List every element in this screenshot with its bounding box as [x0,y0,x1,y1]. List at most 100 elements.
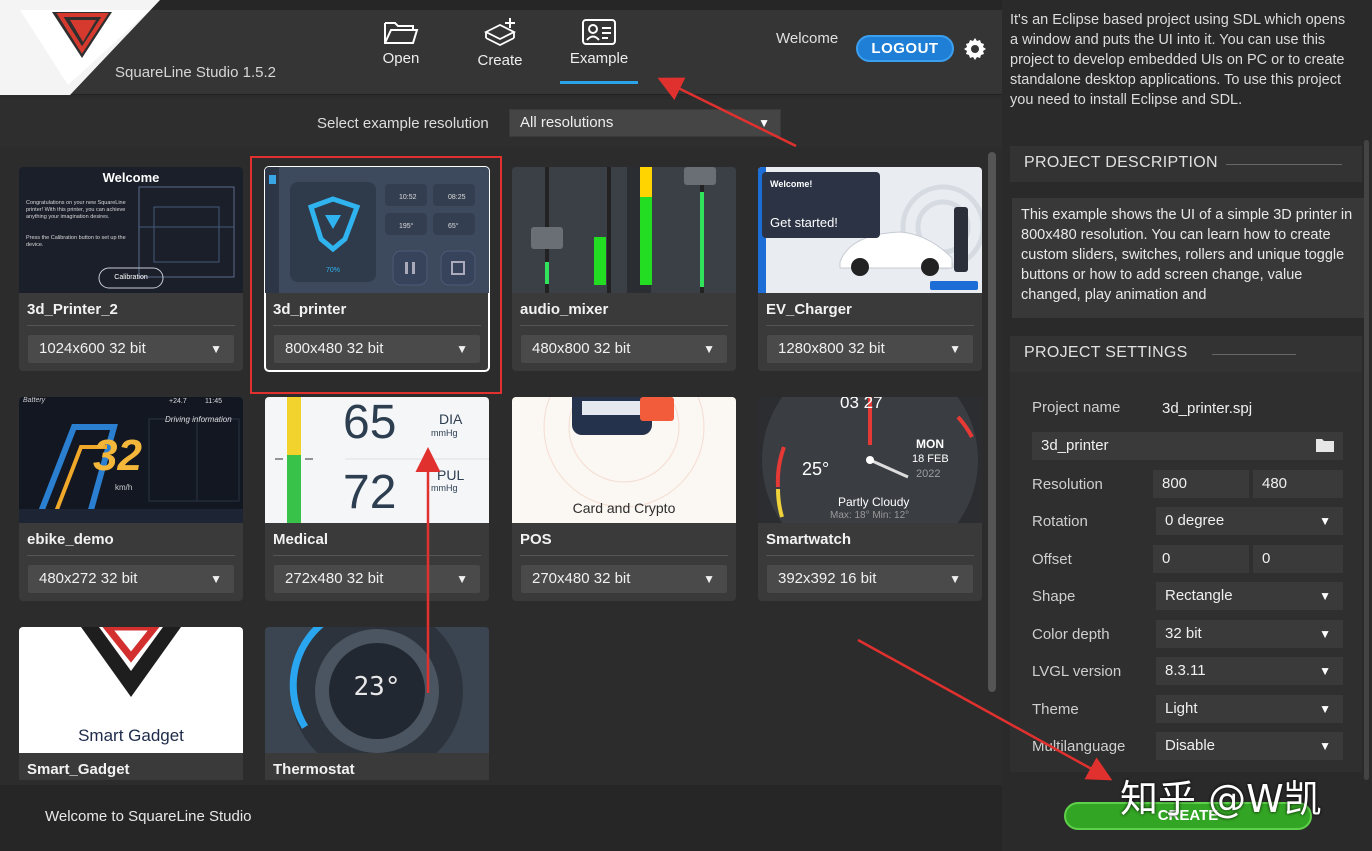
medical-u2: mmHg [431,483,458,493]
medical-u1: mmHg [431,428,458,438]
grid-scrollbar[interactable] [988,152,996,692]
thumbnail-ev-charger: Welcome! Get started! [758,167,982,293]
example-resolution: 1024x600 32 bit [39,340,146,357]
color-depth-select[interactable]: 32 bit ▼ [1156,620,1343,648]
example-card-ev-charger[interactable]: Welcome! Get started! EV_Charger 1280x80… [758,167,982,371]
example-card-audio-mixer[interactable]: audio_mixer 480x800 32 bit ▼ [512,167,736,371]
section-title: PROJECT DESCRIPTION [1024,154,1218,171]
divider [27,555,235,556]
header-rule [1212,354,1296,355]
watch-year: 2022 [916,468,941,480]
multilanguage-select[interactable]: Disable ▼ [1156,732,1343,760]
project-name-input[interactable]: 3d_printer.spj [1153,395,1343,423]
example-resolution: 272x480 32 bit [285,570,384,587]
watch-date: 18 FEB [912,453,949,465]
color-depth-label: Color depth [1032,626,1110,643]
ebike-info: Driving information [165,415,232,424]
project-folder-field[interactable]: 3d_printer [1032,432,1343,460]
example-resolution-select[interactable]: 270x480 32 bit ▼ [521,565,727,593]
theme-select[interactable]: Light ▼ [1156,695,1343,723]
printer2-hint: Press the Calibration button to set up t… [26,235,126,248]
watch-weather: Partly Cloudy [838,495,910,509]
example-card-ebike-demo[interactable]: Battery 32 km/h Driving information +24.… [19,397,243,601]
lvgl-version-select[interactable]: 8.3.11 ▼ [1156,657,1343,685]
folder-icon [384,22,419,44]
resolution-label: Select example resolution [317,115,489,132]
divider [766,325,974,326]
example-resolution-select[interactable]: 1024x600 32 bit ▼ [28,335,234,363]
header-rule [1226,164,1342,165]
chevron-down-icon: ▼ [703,572,715,586]
example-name: EV_Charger [766,301,852,318]
gadget-text: Smart Gadget [78,726,184,745]
example-card-smart-gadget[interactable]: Smart Gadget Smart_Gadget [19,627,243,780]
lvgl-version-label: LVGL version [1032,663,1122,680]
shape-value: Rectangle [1165,587,1233,604]
printer2-text: Congratulations on your new SquareLine p… [26,200,126,220]
shape-label: Shape [1032,588,1076,605]
chevron-down-icon: ▼ [949,342,961,356]
example-card-3d-printer-2[interactable]: Welcome Congratulations on your new Squa… [19,167,243,371]
ebike-unit: km/h [115,483,133,492]
chevron-down-icon: ▼ [210,342,222,356]
divider [27,325,235,326]
example-name: 3d_Printer_2 [27,301,118,318]
example-intro-text: It's an Eclipse based project using SDL … [1010,12,1346,108]
printer2-title: Welcome [102,170,160,185]
divider [520,555,728,556]
example-name: Medical [273,531,329,548]
folder-icon[interactable] [1315,437,1335,453]
ebike-speed: 32 [93,431,142,480]
resolution-height-input[interactable]: 480 [1253,470,1343,498]
example-resolution-select[interactable]: 392x392 16 bit ▼ [767,565,973,593]
ev-title: Welcome! [770,179,813,189]
shape-select[interactable]: Rectangle ▼ [1156,582,1343,610]
watch-temp: 25° [802,459,830,479]
top-bar: SquareLine Studio 1.5.2 Open Create Exam… [0,0,1002,95]
project-folder-value: 3d_printer [1041,437,1109,454]
medical-v2: 72 [343,466,397,519]
example-card-pos[interactable]: Card and Crypto POS 270x480 32 bit ▼ [512,397,736,601]
example-card-medical[interactable]: 65 DIA mmHg 72 PUL mmHg Medical 272x480 … [265,397,489,601]
medical-v1: 65 [343,397,397,449]
divider [766,555,974,556]
thumbnail-pos: Card and Crypto [512,397,736,523]
nav-example[interactable]: Example [560,18,638,84]
app-name: SquareLine Studio 1.5.2 [115,64,276,81]
project-settings-header: PROJECT SETTINGS [1010,336,1362,372]
example-resolution-select[interactable]: 1280x800 32 bit ▼ [767,335,973,363]
watermark: 知乎 @W凯 [1120,777,1322,821]
resolution-bar [0,99,1002,147]
example-resolution-select[interactable]: 480x272 32 bit ▼ [28,565,234,593]
nav-create[interactable]: Create [460,18,540,84]
offset-y-input[interactable]: 0 [1253,545,1343,573]
example-name: audio_mixer [520,301,609,318]
nav-open[interactable]: Open [361,18,441,84]
rotation-select[interactable]: 0 degree ▼ [1156,507,1343,535]
chevron-down-icon: ▼ [1319,739,1331,753]
thumbnail-3d-printer-2: Welcome Congratulations on your new Squa… [19,167,243,293]
resolution-select[interactable]: All resolutions ▼ [509,109,781,137]
logout-button[interactable]: LOGOUT [856,35,954,62]
multilanguage-label: Multilanguage [1032,738,1126,755]
thumbnail-audio-mixer [512,167,736,293]
footer-text: Welcome to SquareLine Studio [45,808,252,825]
divider [273,555,481,556]
offset-x-input[interactable]: 0 [1153,545,1249,573]
example-resolution-select[interactable]: 272x480 32 bit ▼ [274,565,480,593]
thermo-temp: 23° [353,672,401,702]
example-card-thermostat[interactable]: 23° Thermostat [265,627,489,780]
chevron-down-icon: ▼ [949,572,961,586]
example-resolution: 270x480 32 bit [532,570,631,587]
gear-icon[interactable] [963,37,987,61]
example-card-smartwatch[interactable]: 03 27 MON 18 FEB 2022 25° Partly Cloudy … [758,397,982,601]
example-name: POS [520,531,552,548]
resolution-width-input[interactable]: 800 [1153,470,1249,498]
example-name: ebike_demo [27,531,114,548]
right-scrollbar[interactable] [1364,140,1369,780]
thumbnail-medical: 65 DIA mmHg 72 PUL mmHg [265,397,489,523]
example-resolution: 1280x800 32 bit [778,340,885,357]
example-resolution: 480x800 32 bit [532,340,631,357]
example-resolution-select[interactable]: 480x800 32 bit ▼ [521,335,727,363]
printer2-button: Calibration [114,274,148,281]
